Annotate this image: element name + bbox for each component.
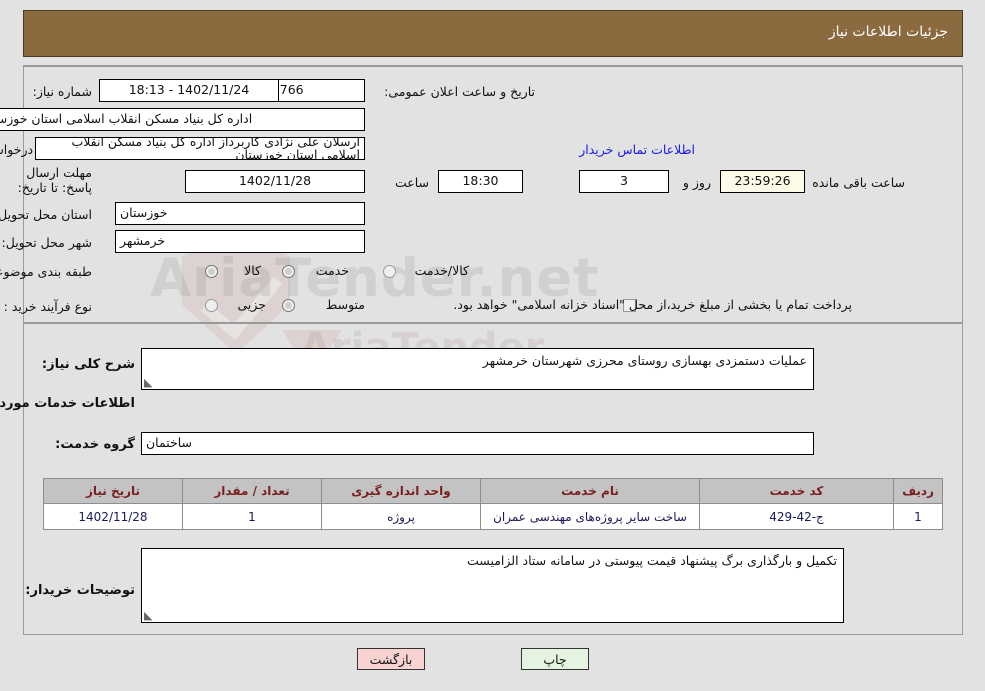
province-label: استان محل تحویل:: [0, 207, 92, 222]
classification-option-label-1: خدمت: [315, 263, 349, 278]
need-description-label: شرح کلی نیاز:: [41, 357, 135, 372]
table-cell-quantity: 1: [182, 503, 322, 530]
buyer-notes-label: توضیحات خریدار:: [25, 583, 135, 598]
classification-radio-khedmat[interactable]: [282, 265, 295, 278]
purchase-type-option-label-0: جزیی: [237, 297, 266, 312]
remaining-days-label: روز و: [682, 175, 711, 190]
classification-radio-kala-khedmat[interactable]: [383, 265, 396, 278]
table-col-code: کد خدمت: [699, 478, 894, 504]
page-header-bar: جزئیات اطلاعات نیاز: [23, 10, 963, 57]
table-col-row: ردیف: [893, 478, 943, 504]
remaining-days-field[interactable]: 3: [579, 170, 669, 193]
buyer-contact-link[interactable]: اطلاعات تماس خریدار: [579, 142, 695, 157]
service-group-label: گروه خدمت:: [55, 437, 135, 452]
back-button[interactable]: بازگشت: [357, 648, 425, 670]
need-description-textarea[interactable]: عملیات دستمزدی بهسازی روستای محرزی شهرست…: [141, 348, 814, 390]
treasury-bond-label: پرداخت تمام یا بخشی از مبلغ خرید،از محل …: [453, 297, 852, 312]
deadline-date-field[interactable]: 1402/11/28: [185, 170, 365, 193]
table-cell-code: ج-42-429: [699, 503, 894, 530]
public-announce-field[interactable]: 1402/11/24 - 18:13: [99, 79, 279, 102]
province-field[interactable]: خوزستان: [115, 202, 365, 225]
service-group-field[interactable]: ساختمان: [141, 432, 814, 455]
print-button[interactable]: چاپ: [521, 648, 589, 670]
table-col-unit: واحد اندازه گیری: [321, 478, 481, 504]
remaining-clock-field: 23:59:26: [720, 170, 805, 193]
buyer-org-field[interactable]: اداره کل بنیاد مسکن انقلاب اسلامی استان …: [0, 108, 365, 131]
resize-grip-icon[interactable]: ◢: [144, 376, 154, 389]
remaining-suffix-label: ساعت باقی مانده: [812, 175, 905, 190]
purchase-type-radio-motevaset[interactable]: [282, 299, 295, 312]
requester-field[interactable]: ارسلان علی نژادی کاربرداز اداره کل بنیاد…: [35, 137, 365, 160]
classification-option-label-2: کالا/خدمت: [414, 263, 469, 278]
deadline-time-label: ساعت: [394, 175, 429, 190]
table-col-quantity: تعداد / مقدار: [182, 478, 322, 504]
table-col-date: تاریخ نیاز: [43, 478, 183, 504]
classification-radio-kala[interactable]: [205, 265, 218, 278]
table-header-row: ردیف کد خدمت نام خدمت واحد اندازه گیری ت…: [43, 478, 943, 504]
page-root: AriaTender.net AriaTender جزئیات اطلاعات…: [0, 0, 985, 691]
purchase-type-radio-jozii[interactable]: [205, 299, 218, 312]
purchase-type-label: نوع فرآیند خرید :: [3, 299, 92, 314]
classification-label: طبقه بندی موضوعی:: [0, 264, 92, 279]
table-cell-row: 1: [893, 503, 943, 530]
need-description-text: عملیات دستمزدی بهسازی روستای محرزی شهرست…: [482, 353, 807, 368]
table-cell-unit: پروژه: [321, 503, 481, 530]
table-cell-date: 1402/11/28: [43, 503, 183, 530]
classification-option-label-0: کالا: [244, 263, 261, 278]
purchase-type-option-label-1: متوسط: [325, 297, 365, 312]
table-col-name: نام خدمت: [480, 478, 700, 504]
services-section-title: اطلاعات خدمات مورد نیاز: [0, 396, 135, 411]
buyer-notes-text: تکمیل و بارگذاری برگ پیشنهاد قیمت پیوستی…: [467, 553, 837, 568]
buyer-notes-textarea[interactable]: تکمیل و بارگذاری برگ پیشنهاد قیمت پیوستی…: [141, 548, 844, 623]
deadline-label: مهلت ارسال پاسخ: تا تاریخ:: [17, 165, 92, 195]
need-number-label: شماره نیاز:: [32, 84, 92, 99]
city-field[interactable]: خرمشهر: [115, 230, 365, 253]
summary-panel: [23, 65, 963, 323]
resize-grip-icon-notes[interactable]: ◢: [144, 609, 154, 622]
table-row[interactable]: 1 ج-42-429 ساخت سایر پروژه‌های مهندسی عم…: [43, 503, 943, 530]
page-title: جزئیات اطلاعات نیاز: [828, 24, 948, 40]
deadline-time-field[interactable]: 18:30: [438, 170, 523, 193]
city-label: شهر محل تحویل:: [1, 235, 92, 250]
public-announce-label: تاریخ و ساعت اعلان عمومی:: [384, 84, 535, 99]
table-cell-name: ساخت سایر پروژه‌های مهندسی عمران: [480, 503, 700, 530]
services-table: ردیف کد خدمت نام خدمت واحد اندازه گیری ت…: [43, 478, 943, 530]
